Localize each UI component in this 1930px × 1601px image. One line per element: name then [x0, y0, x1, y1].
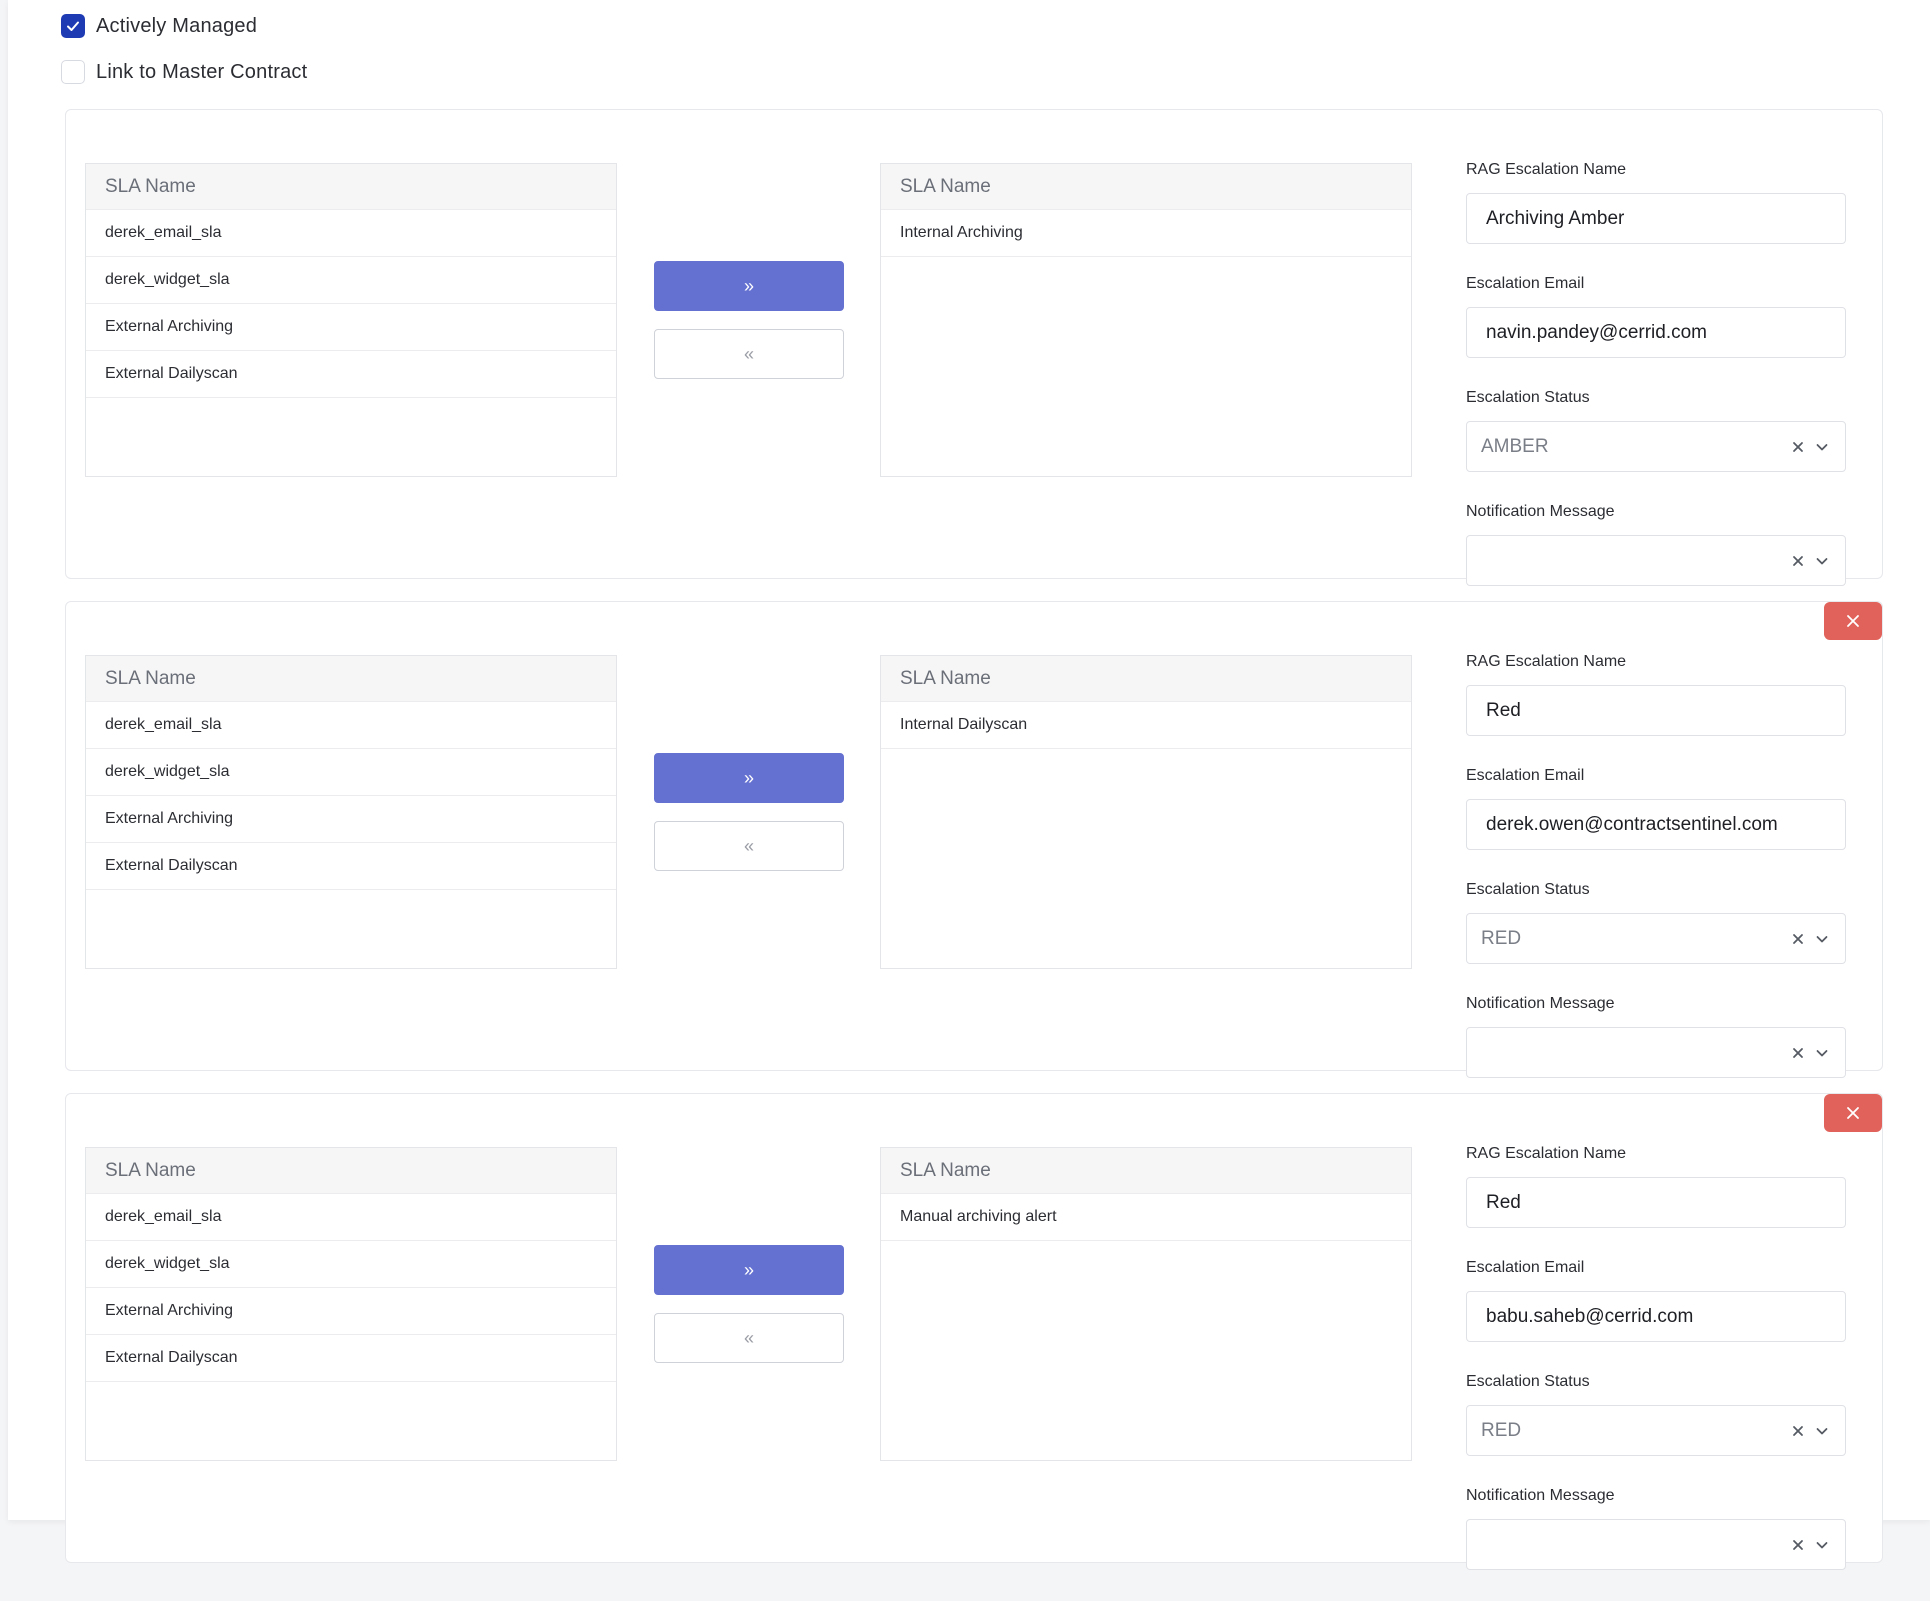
sla-list-header: SLA Name — [86, 1148, 616, 1194]
link-master-contract-label: Link to Master Contract — [96, 60, 308, 83]
list-item[interactable]: Internal Archiving — [881, 210, 1411, 257]
status-select[interactable]: AMBER — [1466, 421, 1846, 472]
status-value: AMBER — [1481, 435, 1549, 457]
status-label: Escalation Status — [1466, 1373, 1590, 1390]
clear-icon[interactable] — [1791, 1424, 1805, 1438]
available-sla-list: SLA Name derek_email_sla derek_widget_sl… — [85, 163, 617, 477]
rag-name-input[interactable]: Red — [1466, 685, 1846, 736]
email-label: Escalation Email — [1466, 767, 1585, 784]
notification-label: Notification Message — [1466, 1487, 1615, 1504]
notification-select[interactable] — [1466, 1519, 1846, 1570]
move-left-button[interactable]: « — [654, 329, 844, 379]
escalation-form: RAG Escalation Name Red Escalation Email… — [1466, 653, 1846, 1109]
escalation-card: SLA Name derek_email_sla derek_widget_sl… — [65, 109, 1883, 586]
list-item[interactable]: derek_email_sla — [86, 1194, 616, 1241]
available-sla-list: SLA Name derek_email_sla derek_widget_sl… — [85, 655, 617, 969]
clear-icon[interactable] — [1791, 932, 1805, 946]
email-input[interactable]: derek.owen@contractsentinel.com — [1466, 799, 1846, 850]
escalation-card: SLA Name derek_email_sla derek_widget_sl… — [65, 601, 1883, 1078]
chevron-down-icon[interactable] — [1815, 554, 1829, 568]
list-item[interactable]: Manual archiving alert — [881, 1194, 1411, 1241]
chevron-down-icon[interactable] — [1815, 1046, 1829, 1060]
email-label: Escalation Email — [1466, 275, 1585, 292]
list-item[interactable]: External Dailyscan — [86, 843, 616, 890]
move-right-button[interactable]: » — [654, 753, 844, 803]
escalation-form: RAG Escalation Name Archiving Amber Esca… — [1466, 161, 1846, 617]
email-input[interactable]: babu.saheb@cerrid.com — [1466, 1291, 1846, 1342]
move-left-button[interactable]: « — [654, 1313, 844, 1363]
status-value: RED — [1481, 927, 1522, 949]
notification-label: Notification Message — [1466, 995, 1615, 1012]
status-value: RED — [1481, 1419, 1522, 1441]
escalation-form: RAG Escalation Name Red Escalation Email… — [1466, 1145, 1846, 1601]
close-icon — [1847, 1107, 1859, 1119]
actively-managed-option[interactable]: Actively Managed — [61, 14, 257, 38]
rag-name-label: RAG Escalation Name — [1466, 653, 1627, 670]
status-label: Escalation Status — [1466, 389, 1590, 406]
available-sla-list: SLA Name derek_email_sla derek_widget_sl… — [85, 1147, 617, 1461]
move-right-button[interactable]: » — [654, 261, 844, 311]
status-label: Escalation Status — [1466, 881, 1590, 898]
status-select[interactable]: RED — [1466, 913, 1846, 964]
clear-icon[interactable] — [1791, 440, 1805, 454]
chevron-down-icon[interactable] — [1815, 932, 1829, 946]
rag-name-label: RAG Escalation Name — [1466, 1145, 1627, 1162]
email-input[interactable]: navin.pandey@cerrid.com — [1466, 307, 1846, 358]
list-item[interactable]: derek_email_sla — [86, 702, 616, 749]
rag-name-input[interactable]: Archiving Amber — [1466, 193, 1846, 244]
clear-icon[interactable] — [1791, 1538, 1805, 1552]
remove-escalation-button[interactable] — [1824, 1094, 1882, 1132]
chevron-down-icon[interactable] — [1815, 1424, 1829, 1438]
list-item[interactable]: derek_email_sla — [86, 210, 616, 257]
notification-select[interactable] — [1466, 535, 1846, 586]
email-label: Escalation Email — [1466, 1259, 1585, 1276]
page: Actively Managed Link to Master Contract… — [8, 0, 1930, 1570]
sla-list-header: SLA Name — [86, 164, 616, 210]
status-select[interactable]: RED — [1466, 1405, 1846, 1456]
selected-sla-list: SLA Name Internal Archiving — [880, 163, 1412, 477]
sla-list-header: SLA Name — [881, 1148, 1411, 1194]
chevron-down-icon[interactable] — [1815, 1538, 1829, 1552]
move-left-button[interactable]: « — [654, 821, 844, 871]
sla-list-header: SLA Name — [881, 164, 1411, 210]
notification-label: Notification Message — [1466, 503, 1615, 520]
list-item[interactable]: External Archiving — [86, 1288, 616, 1335]
move-right-button[interactable]: » — [654, 1245, 844, 1295]
chevron-down-icon[interactable] — [1815, 440, 1829, 454]
notification-select[interactable] — [1466, 1027, 1846, 1078]
escalation-card: SLA Name derek_email_sla derek_widget_sl… — [65, 1093, 1883, 1570]
clear-icon[interactable] — [1791, 554, 1805, 568]
sla-list-header: SLA Name — [86, 656, 616, 702]
actively-managed-label: Actively Managed — [96, 14, 258, 37]
list-item[interactable]: External Archiving — [86, 796, 616, 843]
selected-sla-list: SLA Name Internal Dailyscan — [880, 655, 1412, 969]
remove-escalation-button[interactable] — [1824, 602, 1882, 640]
list-item[interactable]: External Archiving — [86, 304, 616, 351]
list-item[interactable]: External Dailyscan — [86, 351, 616, 398]
list-item[interactable]: derek_widget_sla — [86, 1241, 616, 1288]
list-item[interactable]: derek_widget_sla — [86, 749, 616, 796]
selected-sla-list: SLA Name Manual archiving alert — [880, 1147, 1412, 1461]
rag-name-label: RAG Escalation Name — [1466, 161, 1627, 178]
clear-icon[interactable] — [1791, 1046, 1805, 1060]
link-master-contract-option[interactable]: Link to Master Contract — [61, 60, 307, 84]
list-item[interactable]: derek_widget_sla — [86, 257, 616, 304]
rag-name-input[interactable]: Red — [1466, 1177, 1846, 1228]
sla-list-header: SLA Name — [881, 656, 1411, 702]
link-master-contract-checkbox[interactable] — [61, 60, 85, 84]
list-item[interactable]: Internal Dailyscan — [881, 702, 1411, 749]
close-icon — [1847, 615, 1859, 627]
check-icon — [67, 21, 79, 31]
list-item[interactable]: External Dailyscan — [86, 1335, 616, 1382]
actively-managed-checkbox[interactable] — [61, 14, 85, 38]
